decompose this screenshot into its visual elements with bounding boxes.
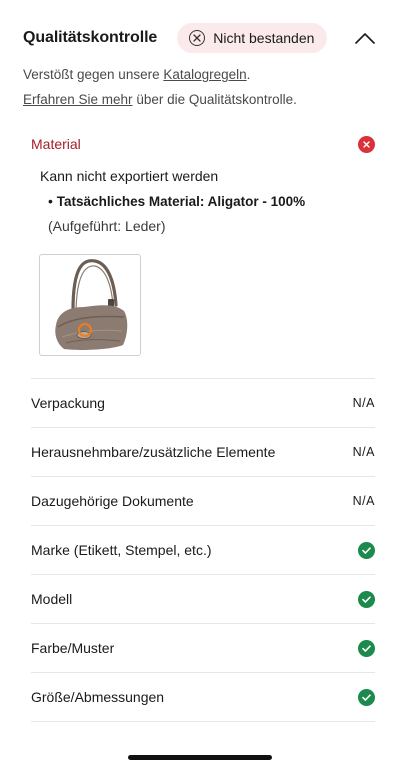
check-circle-icon — [358, 541, 375, 559]
check-row[interactable]: Modell — [31, 575, 375, 624]
chevron-up-icon[interactable] — [354, 27, 376, 49]
check-value: N/A — [352, 445, 375, 459]
check-value: N/A — [352, 396, 375, 410]
status-label: Nicht bestanden — [213, 30, 315, 46]
learn-more-link[interactable]: Erfahren Sie mehr — [23, 92, 133, 107]
error-icon — [358, 135, 375, 153]
check-label: Marke (Etikett, Stempel, etc.) — [31, 542, 212, 558]
check-row[interactable]: Farbe/Muster — [31, 624, 375, 673]
handbag-photo — [55, 259, 128, 350]
intro-line-2: Erfahren Sie mehr über die Qualitätskont… — [23, 87, 380, 112]
check-circle-icon — [358, 639, 375, 657]
check-row[interactable]: Verpackung N/A — [31, 379, 375, 428]
material-section: Material Kann nicht exportiert werden • … — [31, 132, 375, 356]
qc-check-list: Verpackung N/A Herausnehmbare/zusätzliche … — [31, 378, 375, 722]
check-label: Herausnehmbare/zusätzliche Elemente — [31, 444, 276, 460]
check-circle-icon — [358, 590, 375, 608]
check-row[interactable]: Dazugehörige Dokumente N/A — [31, 477, 375, 526]
x-circle-icon — [189, 30, 206, 46]
handbag-thumbnail[interactable] — [39, 254, 141, 356]
page-title: Qualitätskontrolle — [23, 29, 158, 46]
material-title: Material — [31, 136, 81, 152]
status-badge: Nicht bestanden — [177, 23, 328, 53]
material-header: Material — [31, 132, 375, 156]
bullet-glyph: • — [48, 193, 57, 209]
intro-text-suffix: . — [246, 67, 251, 82]
check-row[interactable]: Herausnehmbare/zusätzliche Elemente N/A — [31, 428, 375, 477]
check-label: Modell — [31, 591, 73, 607]
check-label: Verpackung — [31, 395, 105, 411]
check-label: Farbe/Muster — [31, 640, 115, 656]
check-label: Größe/Abmessungen — [31, 689, 165, 705]
catalog-rules-link[interactable]: Katalogregeln — [163, 67, 246, 82]
intro-line-1: Verstößt gegen unsere Katalogregeln. — [23, 62, 380, 87]
qc-intro: Verstößt gegen unsere Katalogregeln. Erf… — [23, 62, 380, 112]
material-description: Kann nicht exportiert werden • Tatsächli… — [40, 164, 375, 239]
intro-text-prefix: Verstößt gegen unsere — [23, 67, 164, 82]
home-indicator — [128, 755, 272, 760]
qc-header: Qualitätskontrolle Nicht bestanden — [23, 20, 376, 56]
check-label: Dazugehörige Dokumente — [31, 493, 194, 509]
check-row[interactable]: Größe/Abmessungen — [31, 673, 375, 722]
material-listed: (Aufgeführt: Leder) — [48, 218, 166, 234]
material-actual-line: • Tatsächliches Material: Aligator - 100… — [40, 189, 375, 214]
intro-text-qc: über die Qualitätskontrolle. — [132, 92, 297, 107]
material-actual: Tatsächliches Material: Aligator - 100% — [56, 194, 306, 209]
material-message: Kann nicht exportiert werden — [40, 168, 219, 184]
check-value: N/A — [352, 494, 375, 508]
check-row[interactable]: Marke (Etikett, Stempel, etc.) — [31, 526, 375, 575]
check-circle-icon — [358, 688, 375, 706]
